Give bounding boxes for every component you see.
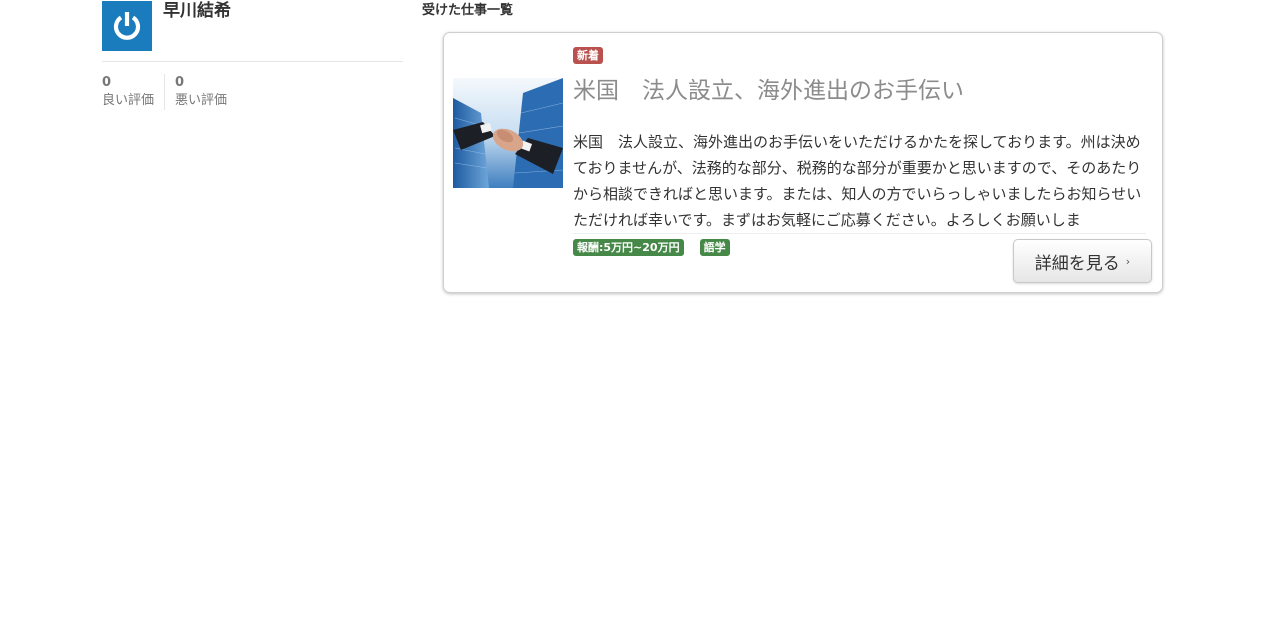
good-rating: 0 良い評価 [102, 74, 166, 110]
view-details-button[interactable]: 詳細を見る › [1013, 239, 1152, 283]
job-title[interactable]: 米国 法人設立、海外進出のお手伝い [573, 75, 964, 107]
ratings: 0 良い評価 0 悪い評価 [102, 74, 403, 110]
page: 早川結希 0 良い評価 0 悪い評価 受けた仕事一覧 新着 米国 法人設立、海外… [0, 0, 1275, 620]
user-name[interactable]: 早川結希 [163, 1, 231, 21]
good-rating-label: 良い評価 [102, 93, 155, 108]
job-description: 米国 法人設立、海外進出のお手伝いをいただけるかたを探しております。州は決めてお… [573, 129, 1146, 234]
handshake-image [453, 78, 563, 188]
user-profile: 早川結希 0 良い評価 0 悪い評価 [102, 1, 403, 110]
bad-rating-label: 悪い評価 [175, 93, 228, 108]
job-card: 新着 米国 法人設立、海外進出のお手伝い 米国 法人設立、海外進出のお手伝いをい… [443, 32, 1163, 293]
section-title: 受けた仕事一覧 [422, 3, 514, 18]
bad-rating-count: 0 [175, 75, 185, 90]
job-tags: 報酬:5万円~20万円 語学 [573, 239, 730, 256]
good-rating-count: 0 [102, 75, 112, 90]
view-details-label: 詳細を見る [1034, 253, 1120, 274]
reward-tag: 報酬:5万円~20万円 [573, 239, 684, 256]
power-icon [113, 12, 141, 40]
job-thumbnail[interactable] [453, 78, 563, 188]
bad-rating: 0 悪い評価 [165, 74, 227, 110]
profile-header: 早川結希 [102, 1, 403, 62]
chevron-right-icon: › [1125, 254, 1131, 268]
category-tag: 語学 [699, 239, 730, 256]
avatar[interactable] [102, 1, 152, 51]
new-badge: 新着 [573, 47, 603, 64]
